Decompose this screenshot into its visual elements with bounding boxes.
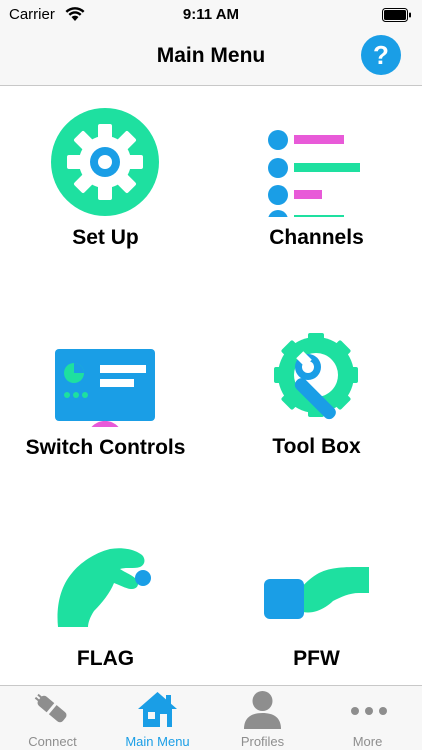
hand-lift-icon [264,567,369,619]
channel-list-icon [268,130,360,217]
gear-icon [51,108,159,216]
menu-item-setup[interactable]: Set Up [0,87,211,287]
tab-bar: Connect Main Menu Profiles More [0,685,422,750]
tab-main-menu[interactable]: Main Menu [105,686,210,750]
tab-connect[interactable]: Connect [0,686,105,750]
more-dots-icon [351,707,387,715]
hand-pinch-icon [57,548,151,627]
tool-box-label: Tool Box [272,435,361,458]
home-icon [138,692,177,727]
menu-item-switch-controls[interactable]: Switch Controls [0,297,211,497]
tab-connect-label: Connect [28,734,77,749]
tab-more[interactable]: More [315,686,420,750]
user-profile-icon [244,691,281,729]
menu-item-pfw[interactable]: PFW [211,507,422,707]
page-title: Main Menu [156,44,266,67]
flag-label: FLAG [76,647,135,670]
control-panel-icon [55,349,155,427]
pfw-label: PFW [293,647,340,670]
switch-controls-label: Switch Controls [25,436,186,459]
help-button[interactable]: ? [361,35,401,75]
tab-main-menu-label: Main Menu [125,734,190,749]
status-bar: Carrier 9:11 AM [0,0,422,30]
setup-label: Set Up [72,226,139,249]
channels-label: Channels [269,226,364,249]
tab-profiles[interactable]: Profiles [210,686,315,750]
plug-icon [34,693,67,723]
menu-item-channels[interactable]: Channels [211,87,422,287]
clock: 9:11 AM [182,6,240,23]
menu-item-tool-box[interactable]: Tool Box [211,297,422,497]
tab-profiles-label: Profiles [240,734,285,749]
wrench-gear-icon [274,333,358,420]
battery-icon [382,8,411,22]
tab-more-label: More [352,734,383,749]
navigation-bar: Main Menu ? [0,30,422,86]
menu-item-flag[interactable]: FLAG [0,507,211,707]
